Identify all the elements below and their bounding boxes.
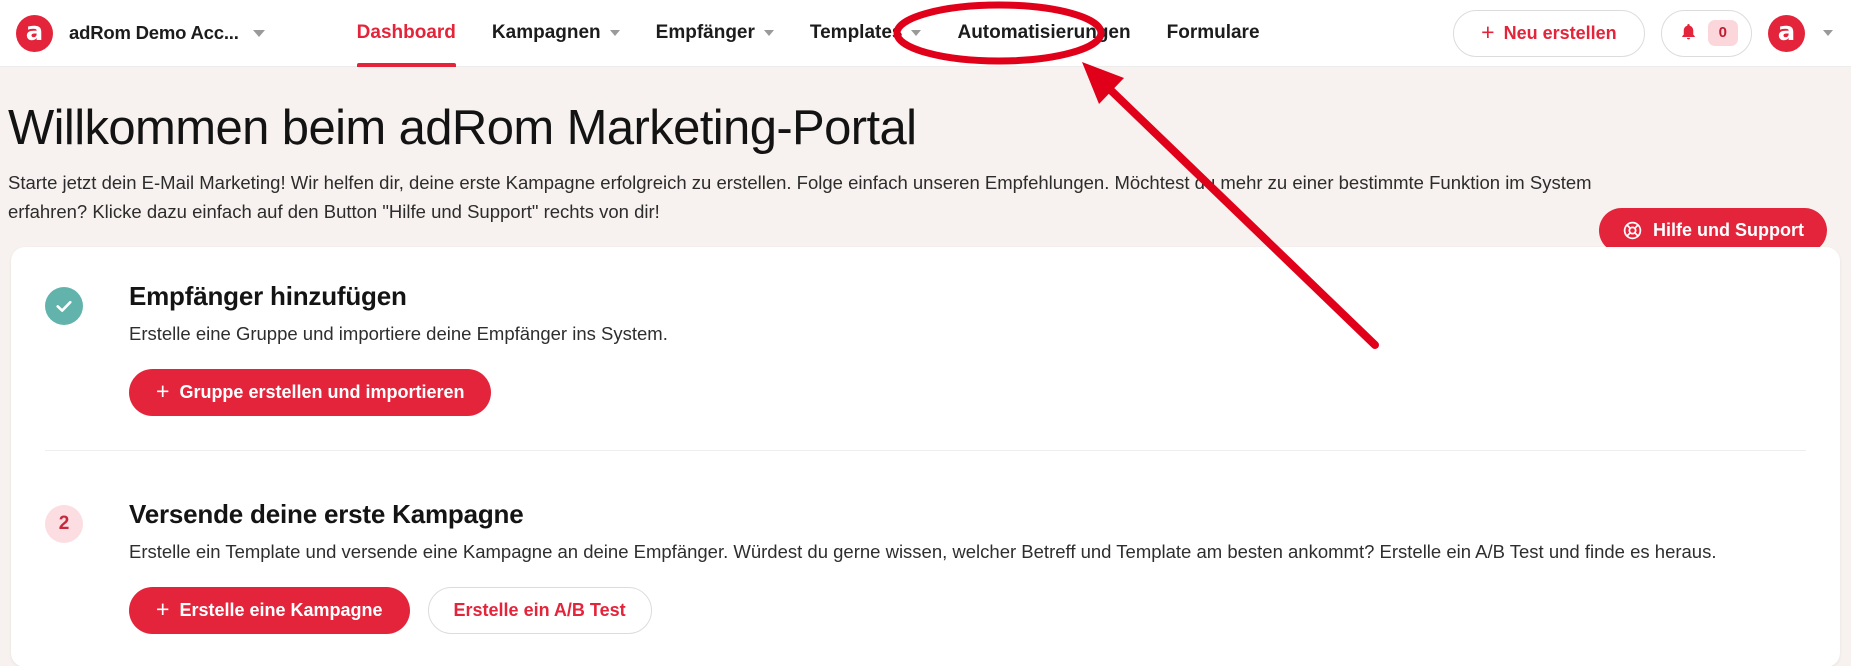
- create-ab-test-button[interactable]: Erstelle ein A/B Test: [427, 587, 652, 634]
- hero-section: Willkommen beim adRom Marketing-Portal S…: [0, 67, 1851, 253]
- plus-icon: +: [1481, 18, 1495, 45]
- page-description: Starte jetzt dein E-Mail Marketing! Wir …: [8, 172, 1592, 222]
- top-bar-actions: + Neu erstellen 0 a: [1453, 9, 1851, 57]
- step-1-title: Empfänger hinzufügen: [129, 281, 407, 311]
- onboarding-card: Empfänger hinzufügen Erstelle eine Grupp…: [11, 247, 1840, 666]
- top-navigation-bar: a adRom Demo Acc... Dashboard Kampagnen …: [0, 0, 1851, 67]
- help-and-support-label: Hilfe und Support: [1653, 220, 1804, 240]
- create-new-label: Neu erstellen: [1503, 22, 1617, 43]
- chevron-down-icon: [911, 30, 922, 36]
- chevron-down-icon: [763, 30, 774, 36]
- chevron-down-icon[interactable]: [252, 29, 265, 37]
- step-2-actions: + Erstelle eine Kampagne Erstelle ein A/…: [129, 587, 1810, 634]
- nav-label: Automatisierungen: [957, 22, 1131, 43]
- create-campaign-button[interactable]: + Erstelle eine Kampagne: [129, 587, 410, 634]
- step-1-actions: + Gruppe erstellen und importieren: [129, 369, 1810, 416]
- nav-label: Formulare: [1166, 22, 1260, 43]
- create-group-and-import-button[interactable]: + Gruppe erstellen und importieren: [129, 369, 492, 416]
- chevron-down-icon: [609, 30, 620, 36]
- plus-icon: +: [156, 378, 170, 404]
- notification-count-badge: 0: [1707, 20, 1738, 46]
- card-divider: [45, 450, 1806, 451]
- nav-label: Empfänger: [655, 22, 755, 43]
- plus-icon: +: [156, 596, 170, 622]
- step-complete-check-icon: [45, 287, 83, 325]
- nav-item-empfaenger[interactable]: Empfänger: [638, 0, 792, 67]
- account-name-label: adRom Demo Acc...: [69, 22, 239, 43]
- page-title: Willkommen beim adRom Marketing-Portal: [8, 101, 917, 155]
- create-group-label: Gruppe erstellen und importieren: [179, 382, 465, 402]
- nav-item-kampagnen[interactable]: Kampagnen: [474, 0, 638, 67]
- app-root: a adRom Demo Acc... Dashboard Kampagnen …: [0, 0, 1851, 666]
- nav-label: Templates: [809, 22, 903, 43]
- step-2-title: Versende deine erste Kampagne: [129, 499, 524, 529]
- step-2-description: Erstelle ein Template und versende eine …: [129, 541, 1717, 562]
- nav-label: Kampagnen: [491, 22, 601, 43]
- nav-item-formulare[interactable]: Formulare: [1149, 0, 1278, 67]
- nav-label: Dashboard: [356, 22, 456, 43]
- nav-item-automatisierungen[interactable]: Automatisierungen: [939, 0, 1148, 67]
- account-switcher[interactable]: a adRom Demo Acc...: [0, 14, 265, 52]
- create-ab-test-label: Erstelle ein A/B Test: [453, 600, 626, 620]
- user-avatar[interactable]: a: [1768, 14, 1805, 52]
- chevron-down-icon[interactable]: [1823, 30, 1833, 36]
- main-nav: Dashboard Kampagnen Empfänger Templates …: [339, 0, 1278, 67]
- onboarding-step-2: 2 Versende deine erste Kampagne Erstelle…: [11, 465, 1840, 634]
- create-new-button[interactable]: + Neu erstellen: [1453, 9, 1645, 57]
- lifebuoy-icon: [1622, 220, 1643, 241]
- bell-icon: [1679, 22, 1698, 45]
- nav-item-dashboard[interactable]: Dashboard: [339, 0, 474, 67]
- notifications-button[interactable]: 0: [1660, 9, 1752, 57]
- step-number-badge: 2: [45, 505, 83, 543]
- step-1-description: Erstelle eine Gruppe und importiere dein…: [129, 323, 668, 344]
- adrom-logo-icon: a: [16, 14, 53, 52]
- nav-item-templates[interactable]: Templates: [792, 0, 940, 67]
- onboarding-step-1: Empfänger hinzufügen Erstelle eine Grupp…: [11, 247, 1840, 416]
- create-campaign-label: Erstelle eine Kampagne: [179, 600, 383, 620]
